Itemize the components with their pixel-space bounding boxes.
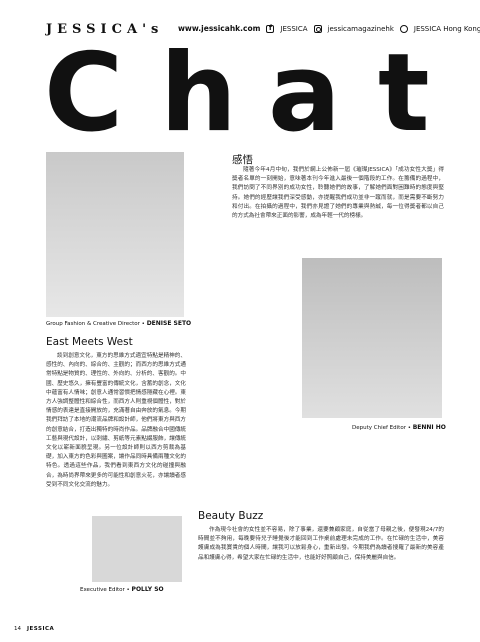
title-letter-c: C [44,31,124,156]
left-article: 談到創意文化，東方的思維方式適宜特點是精神的、感性的、內向的、綜合的、主觀的；而… [46,352,186,502]
section-heading-east-meets-west: East Meets West [46,336,133,348]
page-number: 14 [14,626,21,632]
photo-caption: Executive Editor • POLLY SO [80,586,164,593]
portrait-photo-polly [92,516,182,582]
photo-caption: Group Fashion & Creative Director • DENI… [46,320,192,327]
article-body: 隨著今年4月中旬，我們於網上公佈新一屆《璀璨JESSICA》「成功女性大獎」得獎… [232,167,444,220]
right-article: 隨著今年4月中旬，我們於網上公佈新一屆《璀璨JESSICA》「成功女性大獎」得獎… [232,166,444,254]
section-heading-reflection: 感悟 [232,154,253,166]
title-letter-a: a [268,31,341,156]
photo-caption: Deputy Chief Editor • BENNI HO [352,424,446,431]
section-heading-beauty-buzz: Beauty Buzz [198,510,264,522]
page-footer: 14 JESSICA [14,626,54,632]
bottom-article: 作為現今社會的女性並不容易，除了事業，還要兼顧家庭，自從當了母親之後，便發現24… [198,526,444,616]
title-letter-h: h [160,31,237,156]
title-letter-t: t [378,31,430,156]
article-body: 談到創意文化，東方的思維方式適宜特點是精神的、感性的、內向的、綜合的、主觀的；而… [46,353,186,488]
footer-magazine-name: JESSICA [27,626,55,632]
portrait-photo-benni [302,258,442,418]
article-body: 作為現今社會的女性並不容易，除了事業，還要兼顧家庭，自從當了母親之後，便發現24… [198,527,444,561]
portrait-photo-denise [46,152,184,317]
